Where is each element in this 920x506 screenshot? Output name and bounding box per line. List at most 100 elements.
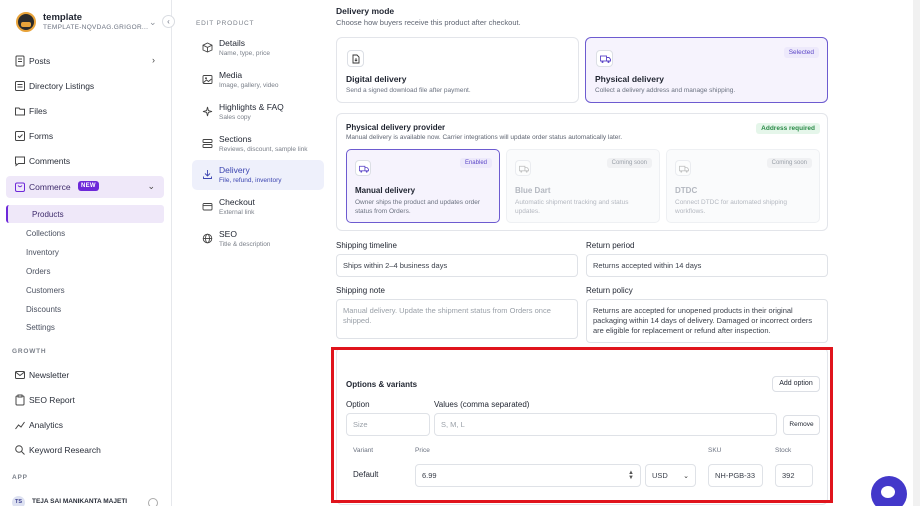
edit-nav-seo[interactable]: SEO Title & description <box>192 224 324 254</box>
values-label: Values (comma separated) <box>434 400 530 409</box>
enabled-badge: Enabled <box>459 158 492 168</box>
chat-launcher-button[interactable] <box>871 476 907 506</box>
collapse-sidebar-button[interactable]: ‹ <box>162 15 175 28</box>
sections-icon <box>202 139 213 148</box>
sidebar-item-directory-listings[interactable]: Directory Listings <box>6 75 164 97</box>
return-policy-textarea[interactable]: Returns are accepted for unopened produc… <box>586 299 828 343</box>
shipping-note-textarea[interactable]: Manual delivery. Update the shipment sta… <box>336 299 578 339</box>
return-policy-label: Return policy <box>586 286 633 295</box>
add-option-button[interactable]: Add option <box>772 376 820 392</box>
sidebar-item-label: Posts <box>29 56 51 66</box>
delivery-provider-section: Physical delivery provider Manual delive… <box>336 113 828 231</box>
file-icon <box>347 50 364 67</box>
provider-subtitle: Manual delivery is available now. Carrie… <box>346 134 623 141</box>
sidebar-subitem-products[interactable]: Products <box>6 205 164 223</box>
card-subtitle: Send a signed download file after paymen… <box>346 87 471 94</box>
edit-nav-title: Details <box>219 38 245 48</box>
edit-nav-subtitle: External link <box>219 209 255 216</box>
sidebar-item-label: Keyword Research <box>29 445 101 455</box>
physical-delivery-card[interactable]: Selected Physical delivery Collect a del… <box>585 37 828 103</box>
address-required-badge: Address required <box>756 123 820 134</box>
chevron-down-icon: ⌄ <box>683 473 689 480</box>
number-stepper-icon[interactable]: ▲ ▼ <box>628 470 634 481</box>
provider-description: Owner ships the product and updates orde… <box>355 199 481 215</box>
sidebar-subitem-inventory[interactable]: Inventory <box>26 248 59 257</box>
stock-column-header: Stock <box>775 447 792 454</box>
sidebar-subitem-discounts[interactable]: Discounts <box>26 305 61 314</box>
digital-delivery-card[interactable]: Digital delivery Send a signed download … <box>336 37 579 103</box>
remove-option-button[interactable]: Remove <box>783 415 820 435</box>
card-title: Physical delivery <box>595 74 664 84</box>
provider-manual-delivery[interactable]: Enabled Manual delivery Owner ships the … <box>346 149 500 223</box>
sidebar-item-label: SEO Report <box>29 395 75 405</box>
folder-icon <box>15 107 25 116</box>
price-input[interactable]: 6.99 ▲ ▼ <box>415 464 641 487</box>
sidebar-subitem-collections[interactable]: Collections <box>26 229 65 238</box>
card-subtitle: Collect a delivery address and manage sh… <box>595 87 736 94</box>
sidebar-item-label: Directory Listings <box>29 81 95 91</box>
edit-nav-media[interactable]: Media Image, gallery, video <box>192 65 324 95</box>
variant-column-header: Variant <box>353 447 374 454</box>
option-name-input[interactable]: Size <box>346 413 430 436</box>
cart-icon <box>15 182 25 192</box>
edit-nav-highlights[interactable]: Highlights & FAQ Sales copy <box>192 97 324 127</box>
workspace-switcher[interactable]: template TEMPLATE-NQVDAG.GRIGOR... ⌄ <box>16 12 166 34</box>
provider-title: Physical delivery provider <box>346 123 446 132</box>
user-menu[interactable]: TS TEJA SAI MANIKANTA MAJETI <box>12 496 162 506</box>
sidebar: template TEMPLATE-NQVDAG.GRIGOR... ⌄ ‹ P… <box>0 0 175 506</box>
delivery-panel: Delivery mode Choose how buyers receive … <box>336 0 828 506</box>
edit-nav-title: SEO <box>219 229 237 239</box>
sidebar-item-label: Comments <box>29 156 71 166</box>
option-values-input[interactable]: S, M, L <box>434 413 777 436</box>
sidebar-item-newsletter[interactable]: Newsletter <box>6 364 164 386</box>
edit-product-nav: EDIT PRODUCT Details Name, type, price M… <box>190 0 328 506</box>
coming-soon-badge: Coming soon <box>606 158 652 168</box>
stock-input[interactable]: 392 <box>775 464 813 487</box>
coming-soon-badge: Coming soon <box>766 158 812 168</box>
provider-name: DTDC <box>675 186 698 195</box>
sidebar-item-keyword-research[interactable]: Keyword Research <box>6 439 164 461</box>
list-icon <box>15 81 25 91</box>
sidebar-item-analytics[interactable]: Analytics <box>6 414 164 436</box>
sidebar-item-posts[interactable]: Posts › <box>6 50 164 72</box>
edit-nav-sections[interactable]: Sections Reviews, discount, sample link <box>192 129 324 159</box>
edit-nav-delivery[interactable]: Delivery File, refund, inventory <box>192 160 324 190</box>
sku-input[interactable]: NH-PGB-33 <box>708 464 763 487</box>
return-period-input[interactable]: Returns accepted within 14 days <box>586 254 828 277</box>
sidebar-item-forms[interactable]: Forms <box>6 125 164 147</box>
delivery-mode-subtitle: Choose how buyers receive this product a… <box>336 18 521 27</box>
page-scrollbar[interactable] <box>913 0 920 506</box>
sidebar-subitem-settings[interactable]: Settings <box>26 323 55 332</box>
edit-nav-subtitle: Reviews, discount, sample link <box>219 146 308 153</box>
sidebar-item-label: Commerce <box>29 182 71 192</box>
shipping-timeline-label: Shipping timeline <box>336 241 397 250</box>
selected-badge: Selected <box>783 47 819 58</box>
user-name: TEJA SAI MANIKANTA MAJETI <box>32 498 128 505</box>
growth-section-label: GROWTH <box>12 348 47 355</box>
sidebar-item-seo-report[interactable]: SEO Report <box>6 389 164 411</box>
sidebar-item-label: Newsletter <box>29 370 70 380</box>
sku-column-header: SKU <box>708 447 722 454</box>
provider-description: Automatic shipment tracking and status u… <box>515 199 629 215</box>
sidebar-item-label: Files <box>29 106 47 116</box>
image-icon <box>202 75 213 84</box>
sidebar-item-files[interactable]: Files <box>6 100 164 122</box>
sidebar-subitem-orders[interactable]: Orders <box>26 267 50 276</box>
sidebar-item-label: Analytics <box>29 420 64 430</box>
sidebar-item-comments[interactable]: Comments <box>6 150 164 172</box>
edit-nav-subtitle: Title & description <box>219 241 271 248</box>
chevron-down-icon: ⌄ <box>147 181 155 191</box>
edit-nav-checkout[interactable]: Checkout External link <box>192 192 324 222</box>
provider-name: Blue Dart <box>515 186 551 195</box>
edit-nav-subtitle: Image, gallery, video <box>219 82 279 89</box>
chart-icon <box>15 421 25 430</box>
form-icon <box>15 131 25 141</box>
edit-nav-details[interactable]: Details Name, type, price <box>192 33 324 63</box>
sidebar-subitem-customers[interactable]: Customers <box>26 286 65 295</box>
currency-select[interactable]: USD ⌄ <box>645 464 696 487</box>
edit-product-heading: EDIT PRODUCT <box>196 20 255 27</box>
sidebar-item-commerce[interactable]: Commerce NEW ⌄ <box>6 176 164 198</box>
option-label: Option <box>346 400 370 409</box>
edit-nav-title: Sections <box>219 134 252 144</box>
shipping-timeline-input[interactable]: Ships within 2–4 business days <box>336 254 578 277</box>
